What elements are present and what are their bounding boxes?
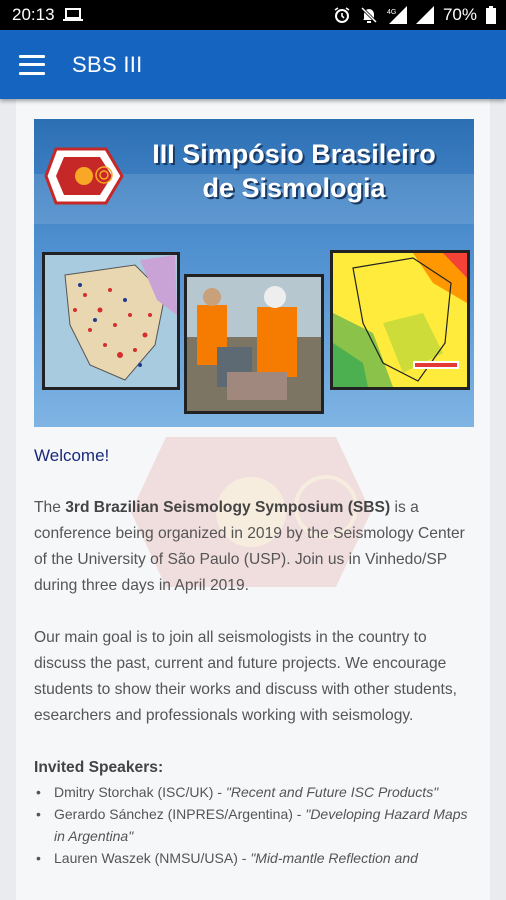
hamburger-menu-icon[interactable] xyxy=(19,54,45,75)
field-workers-photo xyxy=(184,274,324,414)
seismicity-map-image xyxy=(42,252,180,390)
welcome-content: Welcome! The 3rd Brazilian Seismology Sy… xyxy=(34,443,476,869)
signal-icon xyxy=(415,6,434,24)
app-title: SBS III xyxy=(72,51,143,77)
welcome-heading: Welcome! xyxy=(34,446,110,465)
laptop-icon xyxy=(62,8,83,21)
intro-paragraph: The 3rd Brazilian Seismology Symposium (… xyxy=(34,499,465,594)
signal-data-icon: 4G xyxy=(387,6,407,24)
symposium-logo xyxy=(44,147,124,205)
content-card: III Simpósio Brasileiro de Sismologia We… xyxy=(16,99,490,900)
speakers-heading: Invited Speakers: xyxy=(34,759,164,776)
status-time: 20:13 xyxy=(12,5,55,24)
goal-paragraph: Our main goal is to join all seismologis… xyxy=(34,629,457,724)
svg-text:4G: 4G xyxy=(387,9,396,16)
list-item: Dmitry Storchak (ISC/UK) - "Recent and F… xyxy=(34,781,476,803)
symposium-banner: III Simpósio Brasileiro de Sismologia xyxy=(34,119,474,427)
alarm-icon xyxy=(334,7,350,23)
status-bar: 20:13 4G 70% xyxy=(0,0,506,30)
speakers-list: Dmitry Storchak (ISC/UK) - "Recent and F… xyxy=(34,781,476,869)
app-bar: SBS III xyxy=(0,30,506,99)
battery-icon xyxy=(486,6,496,24)
list-item: Gerardo Sánchez (INPRES/Argentina) - "De… xyxy=(34,803,476,847)
battery-percent: 70% xyxy=(442,5,477,24)
list-item: Lauren Waszek (NMSU/USA) - "Mid-mantle R… xyxy=(34,847,476,869)
notifications-off-icon xyxy=(360,6,378,24)
hazard-map-image xyxy=(330,250,470,390)
banner-title: III Simpósio Brasileiro de Sismologia xyxy=(152,139,436,203)
